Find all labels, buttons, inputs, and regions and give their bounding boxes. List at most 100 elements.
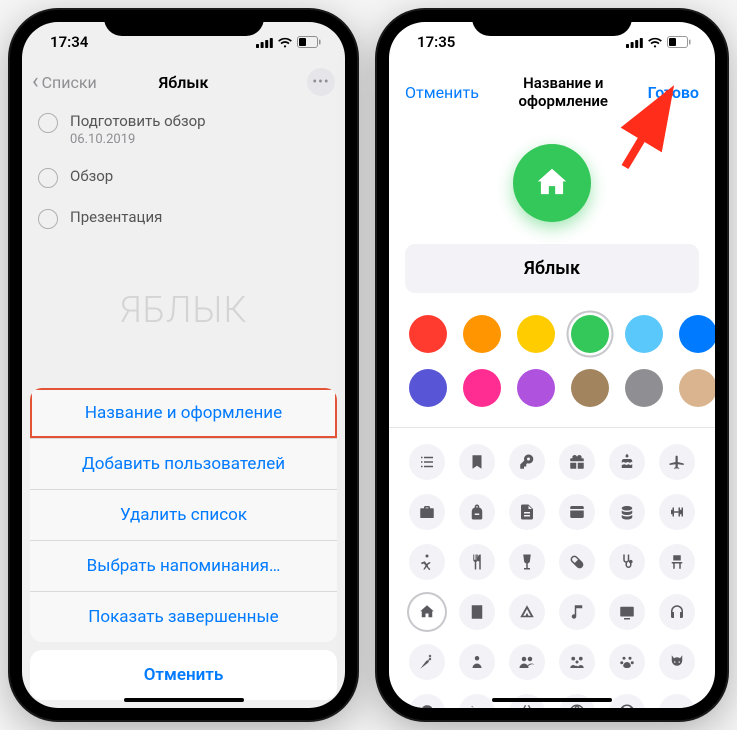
status-time: 17:34 xyxy=(50,33,88,51)
dumbbell-icon[interactable] xyxy=(659,494,695,530)
wifi-icon xyxy=(277,37,293,48)
more-button[interactable]: ••• xyxy=(307,68,335,96)
carrot-icon[interactable] xyxy=(409,644,445,680)
wifi-icon xyxy=(647,37,663,48)
sheet-show-completed[interactable]: Показать завершенные xyxy=(30,592,337,642)
notch xyxy=(104,10,264,36)
back-label: Списки xyxy=(42,73,97,92)
reminder-content: Обзор xyxy=(70,167,113,185)
sheet-delete-list[interactable]: Удалить список xyxy=(30,490,337,541)
pills-icon[interactable] xyxy=(559,544,595,580)
color-swatch[interactable] xyxy=(517,315,555,353)
reminder-content: Презентация xyxy=(70,208,162,226)
people-icon[interactable] xyxy=(509,644,545,680)
battery-icon xyxy=(667,36,691,48)
backpack-icon[interactable] xyxy=(459,494,495,530)
modal-title: Название и оформление xyxy=(479,74,648,110)
sheet-add-people[interactable]: Добавить пользователей xyxy=(30,439,337,490)
tent-icon[interactable] xyxy=(509,594,545,630)
gift-icon[interactable] xyxy=(559,444,595,480)
phone-left: 17:34 ‹ Списки Яблык ••• Подготовить xyxy=(10,10,357,720)
screen-right: 17:35 Отменить Название и оформление Гот… xyxy=(389,22,715,708)
color-swatch[interactable] xyxy=(463,315,501,353)
page-title: Яблык xyxy=(159,73,209,92)
color-swatch[interactable] xyxy=(625,315,663,353)
color-swatch[interactable] xyxy=(409,315,447,353)
modal-nav: Отменить Название и оформление Готово xyxy=(389,62,715,122)
reminder-text: Обзор xyxy=(70,167,113,185)
color-swatch[interactable] xyxy=(625,369,663,407)
leaf-icon[interactable] xyxy=(409,694,445,708)
plane-icon[interactable] xyxy=(659,444,695,480)
cat-icon[interactable] xyxy=(659,644,695,680)
sheet-select-reminders[interactable]: Выбрать напоминания… xyxy=(30,541,337,592)
wine-icon[interactable] xyxy=(509,544,545,580)
house-icon xyxy=(533,164,571,202)
reminder-item[interactable]: Подготовить обзор 06.10.2019 xyxy=(38,102,329,157)
reminder-text: Подготовить обзор xyxy=(70,112,206,130)
icon-picker xyxy=(389,427,715,708)
reminders-list: Подготовить обзор 06.10.2019 Обзор Презе… xyxy=(22,102,345,239)
action-sheet-group: Название и оформление Добавить пользоват… xyxy=(30,388,337,642)
battery-icon xyxy=(297,36,321,48)
key-icon[interactable] xyxy=(509,444,545,480)
list-icon[interactable] xyxy=(409,444,445,480)
music-icon[interactable] xyxy=(559,594,595,630)
color-swatch[interactable] xyxy=(679,369,715,407)
reminder-radio[interactable] xyxy=(38,209,58,229)
person-icon[interactable] xyxy=(459,644,495,680)
cart-icon[interactable] xyxy=(459,694,495,708)
paw-icon[interactable] xyxy=(609,644,645,680)
doc-icon[interactable] xyxy=(509,494,545,530)
home-indicator[interactable] xyxy=(492,698,612,702)
run-icon[interactable] xyxy=(409,544,445,580)
action-sheet: Название и оформление Добавить пользоват… xyxy=(30,388,337,700)
gamepad-icon[interactable] xyxy=(659,694,695,708)
home-indicator[interactable] xyxy=(124,698,244,702)
chevron-left-icon: ‹ xyxy=(32,71,39,93)
reminder-radio[interactable] xyxy=(38,168,58,188)
color-swatch[interactable] xyxy=(679,315,715,353)
screen-left: 17:34 ‹ Списки Яблык ••• Подготовить xyxy=(22,22,345,708)
signal-icon xyxy=(626,37,643,48)
phone-right: 17:35 Отменить Название и оформление Гот… xyxy=(377,10,727,720)
list-name-field[interactable]: Яблык xyxy=(405,244,699,293)
reminder-content: Подготовить обзор 06.10.2019 xyxy=(70,112,206,147)
reminder-text: Презентация xyxy=(70,208,162,226)
building-icon[interactable] xyxy=(459,594,495,630)
status-indicators xyxy=(626,36,691,48)
card-icon[interactable] xyxy=(559,494,595,530)
stethoscope-icon[interactable] xyxy=(609,544,645,580)
family-icon[interactable] xyxy=(559,644,595,680)
reminder-date: 06.10.2019 xyxy=(70,132,206,147)
color-swatch[interactable] xyxy=(409,369,447,407)
color-picker xyxy=(389,315,715,427)
reminder-item[interactable]: Обзор xyxy=(38,157,329,198)
headphones-icon[interactable] xyxy=(659,594,695,630)
watermark: ЯБЛЫК xyxy=(120,289,248,331)
signal-icon xyxy=(256,37,273,48)
chair-icon[interactable] xyxy=(659,544,695,580)
bookmark-icon[interactable] xyxy=(459,444,495,480)
list-icon-circle xyxy=(513,144,591,222)
back-button[interactable]: ‹ Списки xyxy=(32,71,97,93)
color-swatch[interactable] xyxy=(571,315,609,353)
notch xyxy=(472,10,632,36)
modal-cancel-button[interactable]: Отменить xyxy=(405,83,479,102)
cake-icon[interactable] xyxy=(609,444,645,480)
house-icon[interactable] xyxy=(409,594,445,630)
sheet-cancel[interactable]: Отменить xyxy=(30,650,337,700)
color-swatch[interactable] xyxy=(517,369,555,407)
reminder-radio[interactable] xyxy=(38,113,58,133)
modal-done-button[interactable]: Готово xyxy=(648,83,699,102)
baseball-icon[interactable] xyxy=(609,694,645,708)
coins-icon[interactable] xyxy=(609,494,645,530)
list-icon-preview xyxy=(389,122,715,244)
color-swatch[interactable] xyxy=(463,369,501,407)
briefcase-icon[interactable] xyxy=(409,494,445,530)
reminder-item[interactable]: Презентация xyxy=(38,198,329,239)
tv-icon[interactable] xyxy=(609,594,645,630)
color-swatch[interactable] xyxy=(571,369,609,407)
sheet-name-appearance[interactable]: Название и оформление xyxy=(30,388,337,439)
fork-icon[interactable] xyxy=(459,544,495,580)
